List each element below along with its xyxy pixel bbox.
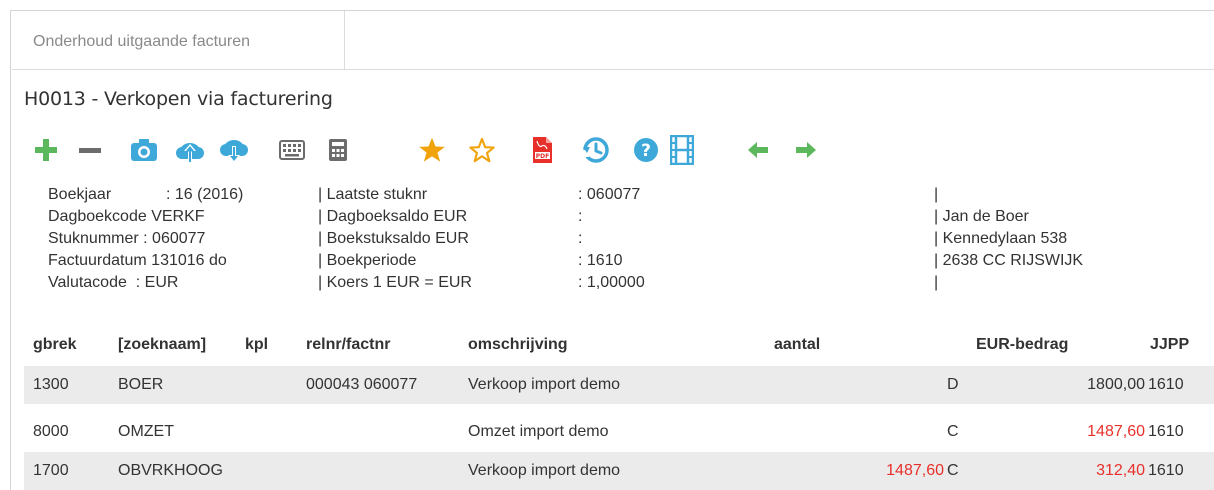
arrow-right-icon — [796, 142, 816, 158]
table-row[interactable]: 8000 OMZET Omzet import demo C 1487,60 1… — [24, 413, 1214, 451]
clock-refresh-icon — [582, 137, 609, 163]
keyboard-icon — [279, 140, 305, 160]
address-separator-end: | — [934, 274, 939, 291]
favorite-outline-button[interactable] — [464, 130, 500, 170]
cell-bedrag: 1487,60 — [1087, 423, 1145, 440]
page-title: H0013 - Verkopen via facturering — [24, 88, 333, 110]
cell-dc: D — [947, 376, 959, 393]
cell-jjpp: 1610 — [1148, 423, 1184, 440]
toolbar: PDF ? — [28, 130, 848, 170]
info-middle: | Laatste stuknr: 060077 | Dagboeksaldo … — [318, 184, 645, 294]
cell-zoeknaam: OMZET — [118, 423, 174, 440]
refresh-button[interactable] — [578, 130, 614, 170]
cell-bedrag: 1800,00 — [1087, 376, 1145, 393]
address-separator: | — [934, 186, 939, 203]
previous-button[interactable] — [740, 130, 776, 170]
info-row-koers: | Koers 1 EUR = EUR: 1,00000 — [318, 274, 645, 291]
col-gbrek[interactable]: gbrek — [33, 336, 77, 354]
table-row[interactable]: 1700 OBVRKHOOG Verkoop import demo 1487,… — [24, 452, 1214, 490]
col-zoeknaam[interactable]: [zoeknaam] — [118, 336, 206, 354]
minus-icon — [79, 148, 101, 153]
camera-icon — [131, 139, 157, 161]
tab-bar: Onderhoud uitgaande facturen — [12, 11, 1214, 70]
help-button[interactable]: ? — [628, 130, 664, 170]
cell-dc: C — [947, 462, 959, 479]
video-button[interactable] — [664, 130, 700, 170]
cell-jjpp: 1610 — [1148, 462, 1184, 479]
star-outline-icon — [469, 137, 495, 163]
col-relnr[interactable]: relnr/factnr — [306, 336, 390, 354]
cell-zoeknaam: BOER — [118, 376, 164, 393]
info-left: Boekjaar: 16 (2016) Dagboekcode VERKF St… — [48, 184, 244, 294]
cell-bedrag: 312,40 — [1096, 462, 1145, 479]
cell-zoeknaam: OBVRKHOOG — [118, 462, 223, 479]
cell-gbrek: 1700 — [33, 462, 69, 479]
favorite-button[interactable] — [414, 130, 450, 170]
cell-omschrijving: Omzet import demo — [468, 423, 609, 440]
cell-relnr: 000043 060077 — [306, 376, 418, 393]
cell-gbrek: 1300 — [33, 376, 69, 393]
question-icon: ? — [634, 138, 658, 162]
cell-omschrijving: Verkoop import demo — [468, 462, 621, 479]
svg-text:?: ? — [641, 141, 651, 161]
calculator-button[interactable] — [320, 130, 356, 170]
col-bedrag[interactable]: EUR-bedrag — [976, 336, 1068, 354]
arrow-left-icon — [748, 142, 768, 158]
pdf-button[interactable]: PDF — [524, 130, 560, 170]
upload-button[interactable] — [172, 130, 208, 170]
info-row-dagboeksaldo: | Dagboeksaldo EUR: — [318, 208, 583, 225]
next-button[interactable] — [788, 130, 824, 170]
cell-jjpp: 1610 — [1148, 376, 1184, 393]
customer-name: | Jan de Boer — [934, 208, 1029, 225]
cell-aantal — [824, 366, 944, 404]
info-row-boekjaar: Boekjaar: 16 (2016) — [48, 186, 244, 203]
star-filled-icon — [419, 137, 445, 162]
cell-gbrek: 8000 — [33, 423, 69, 440]
info-row-factuurdatum: Factuurdatum 131016 do — [48, 252, 227, 269]
customer-city: | 2638 CC RIJSWIJK — [934, 252, 1084, 269]
col-kpl[interactable]: kpl — [245, 336, 268, 354]
svg-text:PDF: PDF — [536, 153, 549, 160]
tab-onderhoud-uitgaande-facturen[interactable]: Onderhoud uitgaande facturen — [12, 11, 345, 69]
info-row-stuknummer: Stuknummer : 060077 — [48, 230, 206, 247]
download-button[interactable] — [216, 130, 252, 170]
col-jjpp[interactable]: JJPP — [1150, 336, 1189, 354]
info-row-laatste-stuknr: | Laatste stuknr: 060077 — [318, 186, 641, 203]
cell-aantal: 1487,60 — [886, 462, 944, 479]
plus-icon — [35, 139, 57, 161]
col-omschrijving[interactable]: omschrijving — [468, 336, 568, 354]
keyboard-button[interactable] — [274, 130, 310, 170]
info-right: | | Jan de Boer | Kennedylaan 538 | 2638… — [934, 184, 1083, 294]
snapshot-button[interactable] — [126, 130, 162, 170]
table-row[interactable]: 1300 BOER 000043 060077 Verkoop import d… — [24, 366, 1214, 404]
info-row-valutacode: Valutacode : EUR — [48, 274, 179, 291]
info-row-dagboekcode: Dagboekcode VERKF — [48, 208, 205, 225]
add-button[interactable] — [28, 130, 64, 170]
remove-button[interactable] — [72, 130, 108, 170]
pdf-icon: PDF — [533, 137, 552, 163]
info-row-boekstuksaldo: | Boekstuksaldo EUR: — [318, 230, 583, 247]
customer-street: | Kennedylaan 538 — [934, 230, 1068, 247]
calculator-icon — [329, 139, 347, 161]
col-aantal[interactable]: aantal — [774, 336, 820, 354]
film-icon — [670, 135, 694, 165]
cloud-download-icon — [220, 140, 248, 163]
cell-aantal — [824, 413, 944, 451]
info-row-boekperiode: | Boekperiode: 1610 — [318, 252, 623, 269]
cell-dc: C — [947, 423, 959, 440]
cell-omschrijving: Verkoop import demo — [468, 376, 621, 393]
cloud-upload-icon — [176, 143, 204, 162]
